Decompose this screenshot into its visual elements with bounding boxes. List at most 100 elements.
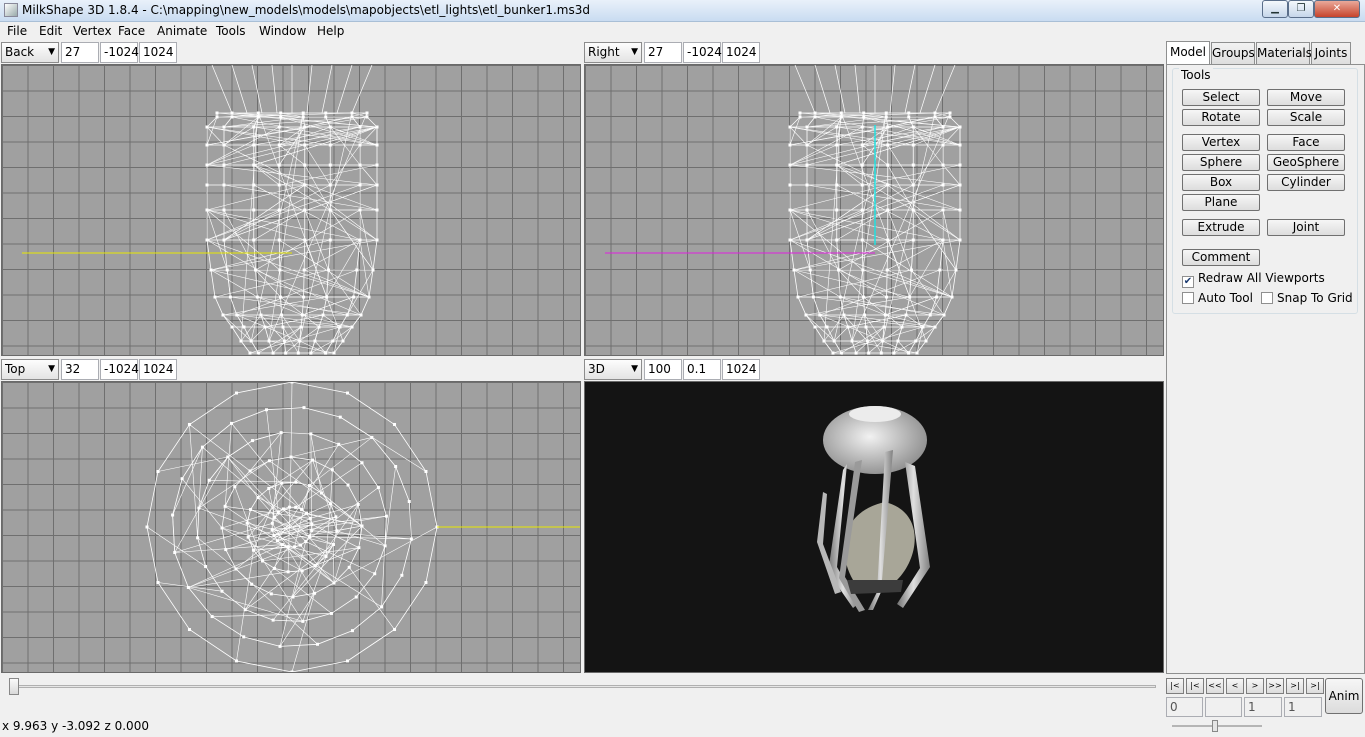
top-near-field[interactable]: -1024 (100, 359, 139, 380)
right-view-select[interactable]: Right ▼ (584, 42, 642, 63)
select-button[interactable]: Select (1182, 89, 1260, 106)
wire-vertex (270, 528, 274, 532)
wire-vertex (300, 569, 304, 573)
menu-animate[interactable]: Animate (157, 24, 207, 38)
move-button[interactable]: Move (1267, 89, 1345, 106)
wire-edge (885, 314, 936, 328)
start-frame-field[interactable]: 1 (1244, 697, 1282, 717)
step-back-icon[interactable]: < (1226, 678, 1244, 694)
wire-edge (172, 515, 176, 553)
rewind-icon[interactable]: << (1206, 678, 1224, 694)
wire-vertex (911, 238, 915, 242)
top-viewport[interactable] (1, 381, 581, 673)
persp-viewport[interactable] (584, 381, 1164, 673)
rotate-button[interactable]: Rotate (1182, 109, 1260, 126)
plane-button[interactable]: Plane (1182, 194, 1260, 211)
face-button[interactable]: Face (1267, 134, 1345, 151)
sphere-button[interactable]: Sphere (1182, 154, 1260, 171)
prev-key-icon[interactable]: |< (1186, 678, 1204, 694)
wire-vertex (911, 143, 915, 147)
tab-groups[interactable]: Groups (1211, 42, 1255, 64)
wire-vertex (958, 143, 962, 147)
joint-button[interactable]: Joint (1267, 219, 1345, 236)
end-frame-field[interactable]: 1 (1284, 697, 1322, 717)
menu-edit[interactable]: Edit (39, 24, 62, 38)
redraw-all-checkbox[interactable]: ✔ Redraw All Viewports (1182, 271, 1325, 288)
back-far-field[interactable]: 1024 (139, 42, 177, 63)
wire-vertex (250, 582, 254, 586)
step-forward-icon[interactable]: > (1246, 678, 1264, 694)
wire-vertex (254, 268, 258, 272)
wire-vertex (350, 325, 354, 329)
tab-materials[interactable]: Materials (1256, 42, 1312, 64)
back-viewport[interactable] (1, 64, 581, 356)
minimize-button[interactable]: ▁ (1262, 0, 1288, 18)
comment-button[interactable]: Comment (1182, 249, 1260, 266)
wire-vertex (228, 295, 232, 299)
wire-vertex (334, 515, 338, 519)
right-far-field[interactable]: 1024 (722, 42, 760, 63)
menu-tools[interactable]: Tools (216, 24, 246, 38)
wire-vertex (341, 339, 345, 343)
top-far-field[interactable]: 1024 (139, 359, 177, 380)
top-view-select[interactable]: Top ▼ (1, 359, 59, 380)
scale-button[interactable]: Scale (1267, 109, 1345, 126)
wire-vertex (867, 351, 871, 355)
wire-vertex (222, 183, 226, 187)
last-frame-icon[interactable]: >| (1306, 678, 1324, 694)
close-button[interactable]: ✕ (1314, 0, 1360, 18)
back-view-select[interactable]: Back ▼ (1, 42, 59, 63)
timeline-track (10, 685, 1156, 688)
anim-button[interactable]: Anim (1325, 678, 1363, 714)
persp-fov-field[interactable]: 100 (644, 359, 682, 380)
wire-vertex (230, 115, 234, 119)
menu-face[interactable]: Face (118, 24, 145, 38)
right-near-field[interactable]: -1024 (683, 42, 722, 63)
extrude-button[interactable]: Extrude (1182, 219, 1260, 236)
snap-grid-checkbox[interactable]: Snap To Grid (1261, 291, 1353, 305)
speed-slider[interactable] (1172, 720, 1262, 732)
persp-near-field[interactable]: 0.1 (683, 359, 721, 380)
right-viewport[interactable] (584, 64, 1164, 356)
tab-model[interactable]: Model (1166, 41, 1210, 64)
auto-tool-checkbox[interactable]: Auto Tool (1182, 291, 1253, 305)
vertex-button[interactable]: Vertex (1182, 134, 1260, 151)
top-grid-field[interactable]: 32 (61, 359, 99, 380)
back-grid-field[interactable]: 27 (61, 42, 99, 63)
wire-vertex (811, 295, 815, 299)
timeline-thumb[interactable] (9, 678, 19, 695)
maximize-button[interactable]: ❐ (1288, 0, 1314, 18)
persp-far-field[interactable]: 1024 (722, 359, 760, 380)
wire-vertex (248, 351, 252, 355)
speed-slider-knob[interactable] (1212, 720, 1218, 732)
next-key-icon[interactable]: >| (1286, 678, 1304, 694)
cylinder-button[interactable]: Cylinder (1267, 174, 1345, 191)
wire-vertex (933, 111, 937, 115)
tab-joints[interactable]: Joints (1311, 42, 1351, 64)
wire-vertex (864, 325, 868, 329)
box-button[interactable]: Box (1182, 174, 1260, 191)
current-frame-field[interactable]: 0 (1166, 697, 1203, 717)
persp-view-select[interactable]: 3D ▼ (584, 359, 642, 380)
wire-edge (836, 164, 961, 211)
wire-vertex (270, 521, 274, 525)
frame-timeline[interactable] (0, 676, 1162, 696)
wire-vertex (267, 486, 271, 490)
wire-vertex (252, 125, 256, 129)
first-frame-icon[interactable]: |< (1166, 678, 1184, 694)
geosphere-button[interactable]: GeoSphere (1267, 154, 1345, 171)
menu-vertex[interactable]: Vertex (73, 24, 112, 38)
menu-help[interactable]: Help (317, 24, 344, 38)
wire-vertex (171, 513, 175, 517)
menu-bar: File Edit Vertex Face Animate Tools Wind… (0, 22, 1365, 41)
wire-vertex (156, 580, 160, 584)
fast-forward-icon[interactable]: >> (1266, 678, 1284, 694)
menu-window[interactable]: Window (259, 24, 306, 38)
frame-blank-field[interactable] (1205, 697, 1242, 717)
right-grid-field[interactable]: 27 (644, 42, 682, 63)
wire-vertex (911, 183, 915, 187)
menu-file[interactable]: File (7, 24, 27, 38)
back-near-field[interactable]: -1024 (100, 42, 139, 63)
wire-vertex (805, 125, 809, 129)
wire-edge (789, 184, 888, 211)
